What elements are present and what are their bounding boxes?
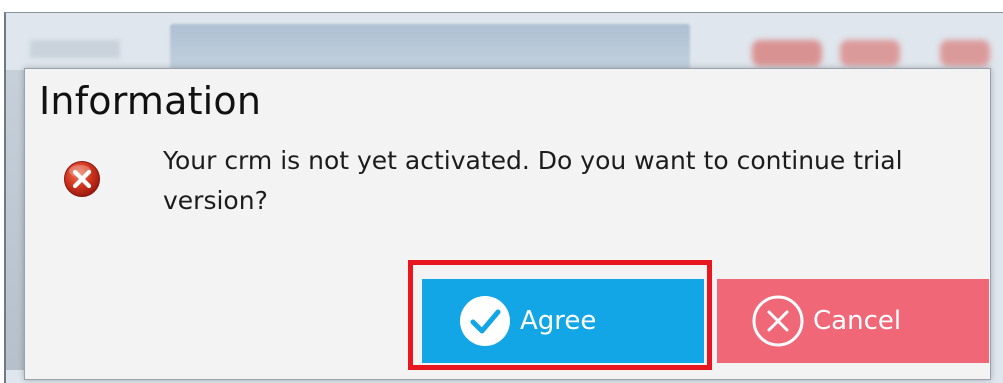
dialog-message: Your crm is not yet activated. Do you wa… <box>163 146 903 215</box>
background-button <box>940 40 990 66</box>
error-icon <box>63 160 101 198</box>
background-menu-text <box>30 40 120 58</box>
screen: Information Your crm is not yet activate… <box>0 0 1003 383</box>
agree-button[interactable]: Agree <box>422 279 704 363</box>
background-button <box>752 40 822 66</box>
check-circle-icon <box>456 292 514 350</box>
dialog-title: Information <box>39 79 262 123</box>
background-toolbar <box>170 24 690 70</box>
agree-button-label: Agree <box>520 306 597 336</box>
background-button <box>840 40 900 66</box>
cancel-button-label: Cancel <box>813 306 902 336</box>
background-sidebar <box>6 70 26 370</box>
cancel-button[interactable]: Cancel <box>717 279 989 363</box>
x-circle-icon <box>749 292 807 350</box>
